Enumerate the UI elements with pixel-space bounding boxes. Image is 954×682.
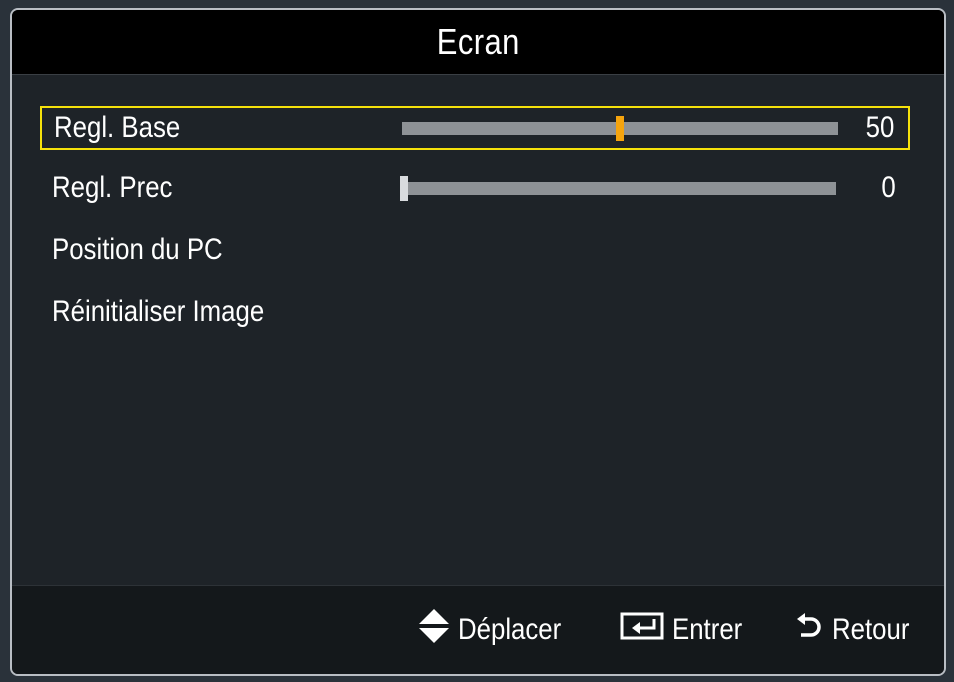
enter-label: Entrer [672, 613, 743, 646]
menu-item-position-du-pc[interactable]: Position du PC [40, 228, 910, 272]
slider-thumb[interactable] [616, 116, 624, 141]
enter-hint: Entrer [620, 611, 754, 649]
menu-item-label: Position du PC [52, 233, 223, 266]
slider-thumb[interactable] [400, 176, 408, 201]
menu-item-regl-prec[interactable]: Regl. Prec 0 [40, 166, 910, 210]
return-label: Retour [832, 613, 910, 646]
slider-value: 50 [865, 111, 894, 144]
regl-base-slider[interactable] [402, 116, 838, 141]
menu-item-reinitialiser-image[interactable]: Réinitialiser Image [40, 290, 910, 334]
menu-item-label: Réinitialiser Image [52, 295, 265, 328]
page-title: Ecran [436, 21, 520, 62]
screen-menu-window: Ecran Regl. Base 50 Regl. Prec 0 Positio… [10, 8, 946, 676]
up-down-arrows-icon [418, 608, 450, 652]
menu-item-regl-base[interactable]: Regl. Base 50 [40, 106, 910, 150]
return-icon [794, 611, 824, 649]
slider-value: 0 [881, 171, 896, 204]
move-label: Déplacer [458, 613, 562, 646]
menu-item-label: Regl. Prec [52, 171, 173, 204]
title-bar: Ecran [12, 10, 944, 75]
regl-prec-slider[interactable] [400, 176, 836, 201]
move-hint: Déplacer [418, 608, 578, 652]
return-hint: Retour [794, 611, 922, 649]
footer-hint-bar: Déplacer Entrer Retour [12, 585, 944, 674]
menu-item-label: Regl. Base [54, 111, 181, 144]
enter-icon [620, 611, 664, 649]
